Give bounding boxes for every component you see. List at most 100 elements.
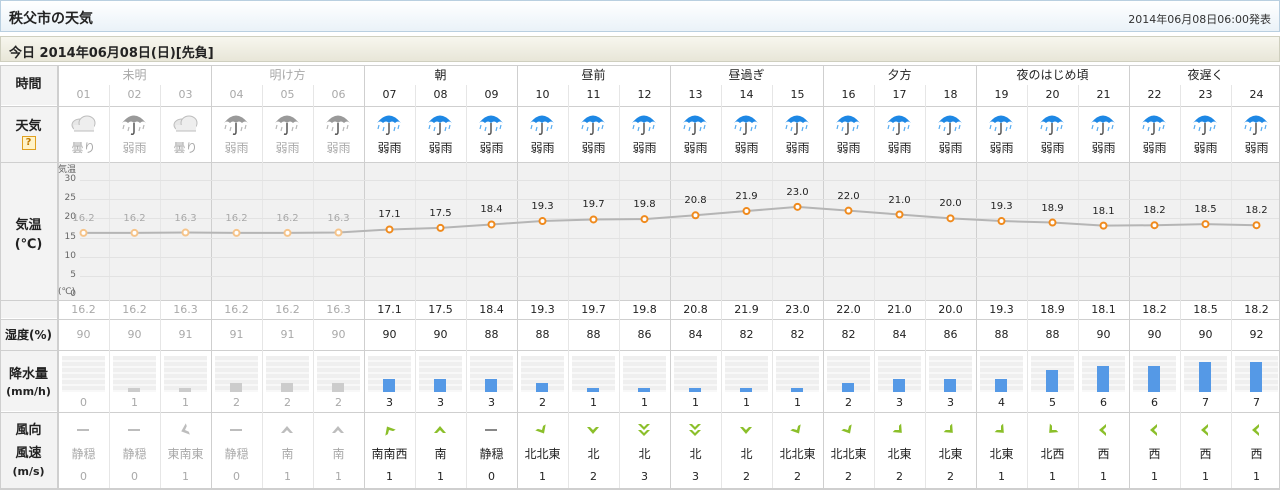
precip-value: 5 — [1049, 396, 1056, 409]
wind-direction-value: 南南西 — [371, 447, 408, 461]
temp-point — [181, 228, 190, 237]
calm-icon — [73, 420, 93, 440]
temp-point-label: 17.1 — [378, 209, 401, 221]
precip-value: 1 — [692, 396, 699, 409]
wind-direction-value: 西 — [1148, 447, 1161, 461]
temp-point-label: 16.2 — [123, 212, 146, 224]
wind-speed-value: 1 — [1253, 470, 1260, 483]
precip-bar — [689, 387, 701, 392]
arrow-n-icon — [736, 420, 756, 440]
temp-value: 16.2 — [122, 303, 147, 316]
wind-direction-value: 北東 — [938, 447, 963, 461]
precip-bar — [179, 387, 191, 392]
temp-point-label: 19.3 — [531, 201, 554, 213]
wind-speed-value: 3 — [692, 470, 699, 483]
humidity-value: 90 — [331, 328, 346, 341]
temp-point-label: 17.5 — [429, 207, 452, 219]
temp-point — [1099, 221, 1108, 230]
temp-point-label: 16.2 — [72, 212, 95, 224]
temp-value: 17.5 — [428, 303, 453, 316]
humidity-value: 86 — [637, 328, 652, 341]
wind-speed-value: 3 — [641, 470, 648, 483]
precip-bar-track — [623, 356, 666, 392]
temp-point-label: 21.0 — [888, 194, 911, 206]
wind-direction-value: 北北東 — [524, 447, 561, 461]
temp-point-label: 18.2 — [1143, 205, 1166, 217]
date-bar: 今日 2014年06月08日(日)[先負] — [0, 36, 1280, 62]
issued-timestamp: 2014年06月08日06:00発表 — [1128, 13, 1271, 26]
calm-icon — [226, 420, 246, 440]
humidity-value: 86 — [943, 328, 958, 341]
temp-value: 18.5 — [1193, 303, 1218, 316]
arrow-s-icon — [430, 420, 450, 440]
wind-speed-value: 2 — [794, 470, 801, 483]
wind-speed-value: 2 — [947, 470, 954, 483]
wind-speed-value: 1 — [1151, 470, 1158, 483]
humidity-value: 88 — [994, 328, 1009, 341]
precip-bar-track — [725, 356, 768, 392]
wind-direction-value: 北東 — [887, 447, 912, 461]
wind-speed-value: 2 — [590, 470, 597, 483]
precip-bar — [281, 383, 293, 392]
wind-speed-value: 1 — [284, 470, 291, 483]
wind-speed-value: 2 — [743, 470, 750, 483]
precip-bar — [1199, 361, 1211, 392]
humidity-value: 91 — [229, 328, 244, 341]
precip-bar — [383, 379, 395, 392]
precip-bar — [587, 387, 599, 392]
precip-bar-track — [164, 356, 207, 392]
humidity-value: 88 — [535, 328, 550, 341]
temp-value: 19.8 — [632, 303, 657, 316]
temp-value: 16.2 — [275, 303, 300, 316]
temp-point-label: 16.3 — [174, 212, 197, 224]
temp-value: 20.0 — [938, 303, 963, 316]
temp-point-label: 21.9 — [735, 191, 758, 203]
wind-direction-value: 北 — [740, 447, 753, 461]
humidity-value: 90 — [433, 328, 448, 341]
humidity-value: 88 — [1045, 328, 1060, 341]
temp-value: 22.0 — [836, 303, 861, 316]
arrow-ne-icon — [940, 420, 960, 440]
precip-bar — [128, 387, 140, 392]
humidity-value: 90 — [127, 328, 142, 341]
precip-value: 4 — [998, 396, 1005, 409]
arrow-n-double-icon — [634, 420, 654, 440]
humidity-value: 82 — [790, 328, 805, 341]
temp-point — [436, 223, 445, 232]
precip-value: 3 — [437, 396, 444, 409]
temp-point-label: 16.2 — [276, 212, 299, 224]
temp-value: 18.4 — [479, 303, 504, 316]
precip-value: 7 — [1253, 396, 1260, 409]
wind-direction-value: 静穏 — [224, 447, 249, 461]
arrow-s-icon — [328, 420, 348, 440]
arrow-ne-icon — [991, 420, 1011, 440]
precip-value: 2 — [335, 396, 342, 409]
arrow-n-icon — [583, 420, 603, 440]
arrow-s-icon — [277, 420, 297, 440]
wind-direction-value: 北 — [689, 447, 702, 461]
temp-point — [895, 210, 904, 219]
arrow-ne-icon — [889, 420, 909, 440]
temp-value: 16.3 — [173, 303, 198, 316]
temp-point-label: 18.9 — [1041, 202, 1064, 214]
temp-value: 20.8 — [683, 303, 708, 316]
temp-value: 16.2 — [224, 303, 249, 316]
wind-direction-value: 東南東 — [167, 447, 204, 461]
temp-point — [1201, 220, 1210, 229]
humidity-value: 90 — [76, 328, 91, 341]
temp-point-label: 18.5 — [1194, 204, 1217, 216]
humidity-value: 84 — [688, 328, 703, 341]
arrow-nw-icon — [1042, 420, 1062, 440]
wind-speed-value: 1 — [437, 470, 444, 483]
humidity-value: 90 — [382, 328, 397, 341]
precip-value: 2 — [539, 396, 546, 409]
precip-value: 7 — [1202, 396, 1209, 409]
temp-point — [997, 217, 1006, 226]
precip-value: 6 — [1100, 396, 1107, 409]
temp-point-label: 22.0 — [837, 190, 860, 202]
precip-value: 1 — [743, 396, 750, 409]
wind-speed-value: 1 — [1202, 470, 1209, 483]
precip-bar — [740, 387, 752, 392]
precip-value: 3 — [896, 396, 903, 409]
precip-bar — [1097, 366, 1109, 392]
